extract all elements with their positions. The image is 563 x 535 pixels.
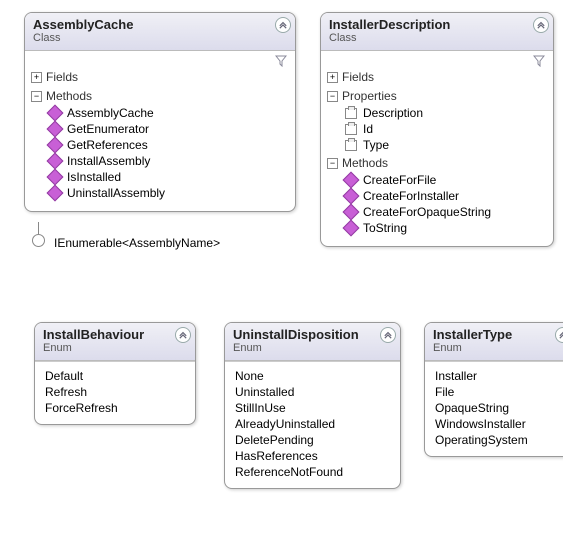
enum-value[interactable]: WindowsInstaller [435,416,563,432]
collapse-icon[interactable] [380,327,396,343]
property-icon [345,107,357,119]
property-item[interactable]: Description [345,106,547,120]
collapse-icon[interactable] [175,327,191,343]
expand-icon: + [31,72,42,83]
property-item[interactable]: Type [345,138,547,152]
filter-icon[interactable] [275,55,287,70]
member-name: Type [363,138,389,152]
member-name: Id [363,122,373,136]
method-icon [49,187,61,199]
section-properties[interactable]: − Properties [327,88,547,104]
enum-value[interactable]: HasReferences [235,448,390,464]
enum-installbehaviour[interactable]: InstallBehaviour Enum Default Refresh Fo… [34,322,196,425]
member-name: ToString [363,221,407,235]
method-icon [345,222,357,234]
lollipop-icon [32,234,45,247]
property-item[interactable]: Id [345,122,547,136]
enum-value[interactable]: Refresh [45,384,185,400]
section-label: Fields [342,70,374,84]
member-name: GetReferences [67,138,148,152]
interface-name: IEnumerable<AssemblyName> [54,236,220,250]
class-installerdescription[interactable]: InstallerDescription Class + Fields − Pr… [320,12,554,247]
enum-value[interactable]: File [435,384,563,400]
method-icon [49,123,61,135]
class-header: UninstallDisposition Enum [225,323,400,361]
method-icon [49,139,61,151]
enum-value[interactable]: AlreadyUninstalled [235,416,390,432]
class-assemblycache[interactable]: AssemblyCache Class + Fields − Methods [24,12,296,212]
method-item[interactable]: InstallAssembly [49,154,289,168]
class-header: InstallBehaviour Enum [35,323,195,361]
member-name: UninstallAssembly [67,186,165,200]
enum-value[interactable]: OpaqueString [435,400,563,416]
enum-installertype[interactable]: InstallerType Enum Installer File Opaque… [424,322,563,457]
class-title: InstallerType [433,327,563,342]
method-icon [49,171,61,183]
section-fields[interactable]: + Fields [31,69,289,85]
section-label: Methods [342,156,388,170]
enum-value[interactable]: DeletePending [235,432,390,448]
member-name: AssemblyCache [67,106,154,120]
enum-uninstalldisposition[interactable]: UninstallDisposition Enum None Uninstall… [224,322,401,489]
class-stereotype: Class [33,32,287,44]
enum-value[interactable]: ReferenceNotFound [235,464,390,480]
enum-value[interactable]: OperatingSystem [435,432,563,448]
member-name: Description [363,106,423,120]
class-header: AssemblyCache Class [25,13,295,51]
method-icon [345,190,357,202]
method-icon [345,174,357,186]
enum-value[interactable]: Installer [435,368,563,384]
class-title: UninstallDisposition [233,327,392,342]
section-label: Fields [46,70,78,84]
member-name: CreateForFile [363,173,436,187]
section-methods[interactable]: − Methods [31,88,289,104]
method-item[interactable]: ToString [345,221,547,235]
enum-value[interactable]: Default [45,368,185,384]
collapse-icon[interactable] [275,17,291,33]
enum-value[interactable]: None [235,368,390,384]
enum-value[interactable]: Uninstalled [235,384,390,400]
method-item[interactable]: CreateForFile [345,173,547,187]
class-header: InstallerType Enum [425,323,563,361]
class-title: AssemblyCache [33,17,287,32]
member-name: CreateForInstaller [363,189,459,203]
method-item[interactable]: GetEnumerator [49,122,289,136]
method-icon [49,107,61,119]
method-item[interactable]: CreateForOpaqueString [345,205,547,219]
member-name: CreateForOpaqueString [363,205,491,219]
class-header: InstallerDescription Class [321,13,553,51]
collapse-icon: − [327,158,338,169]
class-title: InstallBehaviour [43,327,187,342]
class-stereotype: Class [329,32,545,44]
property-icon [345,123,357,135]
member-name: InstallAssembly [67,154,150,168]
class-stereotype: Enum [233,342,392,354]
filter-icon[interactable] [533,55,545,70]
collapse-icon: − [31,91,42,102]
section-methods[interactable]: − Methods [327,155,547,171]
method-item[interactable]: IsInstalled [49,170,289,184]
section-label: Properties [342,89,397,103]
interface-lollipop: IEnumerable<AssemblyName> [32,222,45,247]
class-title: InstallerDescription [329,17,545,32]
enum-value[interactable]: ForceRefresh [45,400,185,416]
method-item[interactable]: GetReferences [49,138,289,152]
member-name: IsInstalled [67,170,121,184]
property-icon [345,139,357,151]
expand-icon: + [327,72,338,83]
method-item[interactable]: UninstallAssembly [49,186,289,200]
method-item[interactable]: CreateForInstaller [345,189,547,203]
section-label: Methods [46,89,92,103]
enum-value[interactable]: StillInUse [235,400,390,416]
member-name: GetEnumerator [67,122,149,136]
method-icon [49,155,61,167]
method-item[interactable]: AssemblyCache [49,106,289,120]
collapse-icon: − [327,91,338,102]
collapse-icon[interactable] [533,17,549,33]
section-fields[interactable]: + Fields [327,69,547,85]
class-stereotype: Enum [43,342,187,354]
class-stereotype: Enum [433,342,563,354]
method-icon [345,206,357,218]
